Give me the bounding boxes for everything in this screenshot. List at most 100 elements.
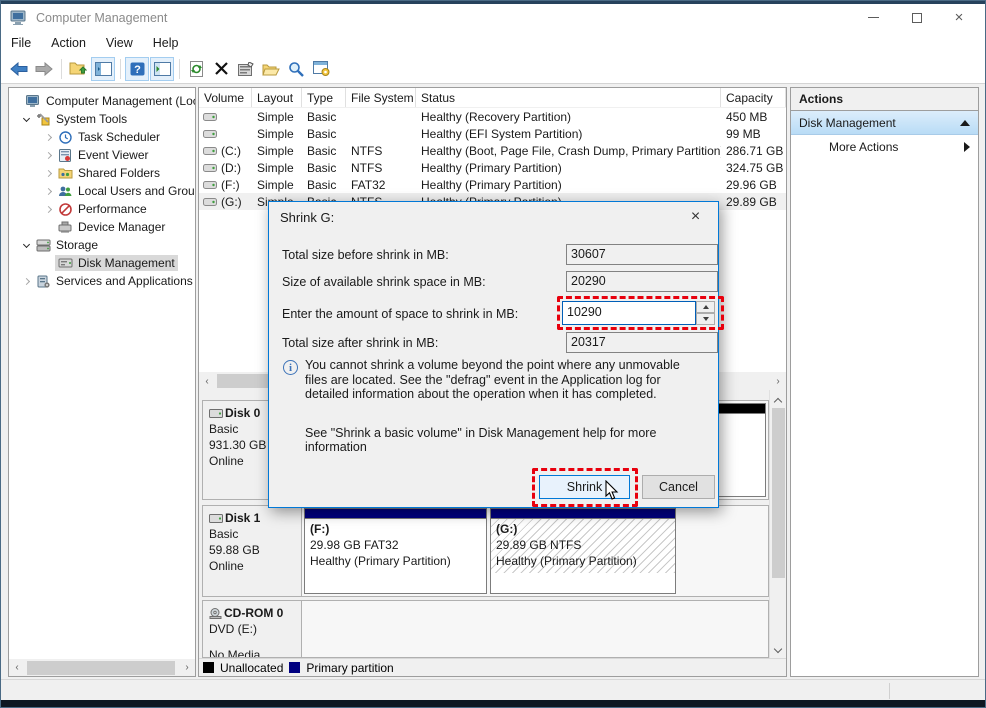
dialog-close-icon[interactable]: ×	[673, 202, 718, 232]
column-type[interactable]: Type	[302, 88, 346, 107]
mouse-cursor	[605, 480, 619, 501]
maximize-button[interactable]	[897, 4, 937, 31]
table-row[interactable]: (F:) Simple Basic FAT32 Healthy (Primary…	[199, 176, 786, 193]
tree-item-shared-folders[interactable]: Shared Folders	[9, 164, 195, 182]
dialog-title: Shrink G:	[269, 202, 718, 232]
chevron-down-icon[interactable]	[17, 118, 35, 121]
cdrom-icon	[209, 608, 222, 619]
scroll-left-icon[interactable]: ‹	[199, 376, 215, 387]
storage-icon	[35, 238, 51, 252]
spinner-up-icon[interactable]	[696, 301, 715, 313]
menu-help[interactable]: Help	[143, 33, 189, 53]
tree-item-label: Event Viewer	[78, 148, 148, 162]
delete-icon[interactable]	[209, 57, 233, 81]
field-value-available: 20290	[566, 271, 718, 292]
chevron-right-icon[interactable]	[39, 171, 57, 176]
cdrom-label[interactable]: CD-ROM 0 DVD (E:) No Media	[202, 600, 302, 658]
scrollbar-thumb[interactable]	[27, 661, 175, 675]
table-row[interactable]: Simple Basic Healthy (Recovery Partition…	[199, 108, 786, 125]
chevron-right-icon[interactable]	[39, 207, 57, 212]
spinner-down-icon[interactable]	[696, 313, 715, 325]
dialog-info-text: You cannot shrink a volume beyond the po…	[305, 358, 705, 402]
scroll-up-icon[interactable]	[770, 392, 786, 408]
scroll-right-icon[interactable]: ›	[770, 376, 786, 387]
column-file-system[interactable]: File System	[346, 88, 416, 107]
menu-view[interactable]: View	[96, 33, 143, 53]
tree-item-performance[interactable]: Performance	[9, 200, 195, 218]
chevron-right-icon[interactable]	[39, 135, 57, 140]
table-row[interactable]: (C:) Simple Basic NTFS Healthy (Boot, Pa…	[199, 142, 786, 159]
minimize-button[interactable]	[853, 4, 893, 31]
open-folder-icon[interactable]	[259, 57, 283, 81]
cancel-button[interactable]: Cancel	[642, 475, 715, 499]
more-actions-item[interactable]: More Actions	[791, 135, 978, 159]
search-icon[interactable]	[284, 57, 308, 81]
table-row[interactable]: Simple Basic Healthy (EFI System Partiti…	[199, 125, 786, 142]
users-icon	[57, 184, 73, 198]
chevron-right-icon[interactable]	[17, 279, 35, 284]
tree-item-services-and-applications[interactable]: Services and Applications	[9, 272, 195, 290]
tree-item-event-viewer[interactable]: Event Viewer	[9, 146, 195, 164]
chevron-down-icon[interactable]	[17, 244, 35, 247]
menu-file[interactable]: File	[1, 33, 41, 53]
cdrom-row: CD-ROM 0 DVD (E:) No Media	[202, 600, 769, 658]
console-tree-icon[interactable]	[91, 57, 115, 81]
chevron-right-icon[interactable]	[39, 189, 57, 194]
properties-icon[interactable]	[234, 57, 258, 81]
collapse-icon[interactable]	[960, 120, 970, 126]
shrink-dialog: Shrink G: × Total size before shrink in …	[268, 201, 719, 508]
legend-primary-label: Primary partition	[306, 661, 393, 675]
up-level-icon[interactable]	[66, 57, 90, 81]
computer-icon	[25, 94, 41, 108]
forward-icon[interactable]	[32, 57, 56, 81]
disk-icon	[209, 514, 223, 523]
scroll-down-icon[interactable]	[770, 642, 786, 658]
menu-action[interactable]: Action	[41, 33, 96, 53]
dialog-help-text: See "Shrink a basic volume" in Disk Mana…	[305, 426, 705, 454]
show-hide-icon[interactable]	[150, 57, 174, 81]
scroll-right-icon[interactable]: ›	[179, 662, 195, 673]
tree-item-disk-management[interactable]: Disk Management	[9, 254, 195, 272]
close-button[interactable]: ×	[939, 4, 979, 31]
status-bar	[1, 679, 985, 702]
selected-tree-item: Disk Management	[55, 255, 178, 271]
back-icon[interactable]	[7, 57, 31, 81]
manage-extension-icon[interactable]	[309, 57, 333, 81]
task-scheduler-icon	[57, 130, 73, 144]
scrollbar-thumb[interactable]	[772, 408, 785, 578]
shrink-amount-stepper[interactable]	[696, 301, 715, 325]
table-row[interactable]: (D:) Simple Basic NTFS Healthy (Primary …	[199, 159, 786, 176]
field-value-before: 30607	[566, 244, 718, 265]
svg-text:?: ?	[134, 64, 141, 76]
tree-item-local-users-and-groups[interactable]: Local Users and Groups	[9, 182, 195, 200]
column-volume[interactable]: Volume	[199, 88, 252, 107]
disk-icon	[209, 409, 223, 418]
column-layout[interactable]: Layout	[252, 88, 302, 107]
actions-pane: Actions Disk Management More Actions	[790, 87, 979, 677]
tree-item-label: Disk Management	[78, 256, 175, 270]
tree-item-computer-management[interactable]: Computer Management (Local	[9, 92, 195, 110]
scroll-left-icon[interactable]: ‹	[9, 662, 25, 673]
tree-item-device-manager[interactable]: Device Manager	[9, 218, 195, 236]
column-capacity[interactable]: Capacity	[721, 88, 786, 107]
title-bar: Computer Management ×	[1, 4, 985, 31]
shrink-amount-input[interactable]: 10290	[562, 301, 696, 325]
help-icon[interactable]: ?	[125, 57, 149, 81]
tree-item-label: Task Scheduler	[78, 130, 160, 144]
tree-item-label: Device Manager	[78, 220, 165, 234]
refresh-icon[interactable]	[184, 57, 208, 81]
tree-item-system-tools[interactable]: System Tools	[9, 110, 195, 128]
console-tree: Computer Management (Local System Tools …	[8, 87, 196, 677]
graphical-view-scrollbar[interactable]	[769, 390, 786, 660]
disk1-label[interactable]: Disk 1 Basic 59.88 GB Online	[202, 505, 302, 597]
tree-item-storage[interactable]: Storage	[9, 236, 195, 254]
unallocated-swatch	[203, 662, 214, 673]
volume-icon	[203, 147, 217, 155]
chevron-right-icon[interactable]	[39, 153, 57, 158]
actions-group-disk-management[interactable]: Disk Management	[791, 111, 978, 135]
tree-horizontal-scrollbar[interactable]: ‹ ›	[9, 659, 195, 676]
column-status[interactable]: Status	[416, 88, 721, 107]
partition-f[interactable]: (F:) 29.98 GB FAT32 Healthy (Primary Par…	[304, 508, 487, 594]
partition-g-selected[interactable]: (G:) 29.89 GB NTFS Healthy (Primary Part…	[490, 508, 676, 594]
tree-item-task-scheduler[interactable]: Task Scheduler	[9, 128, 195, 146]
